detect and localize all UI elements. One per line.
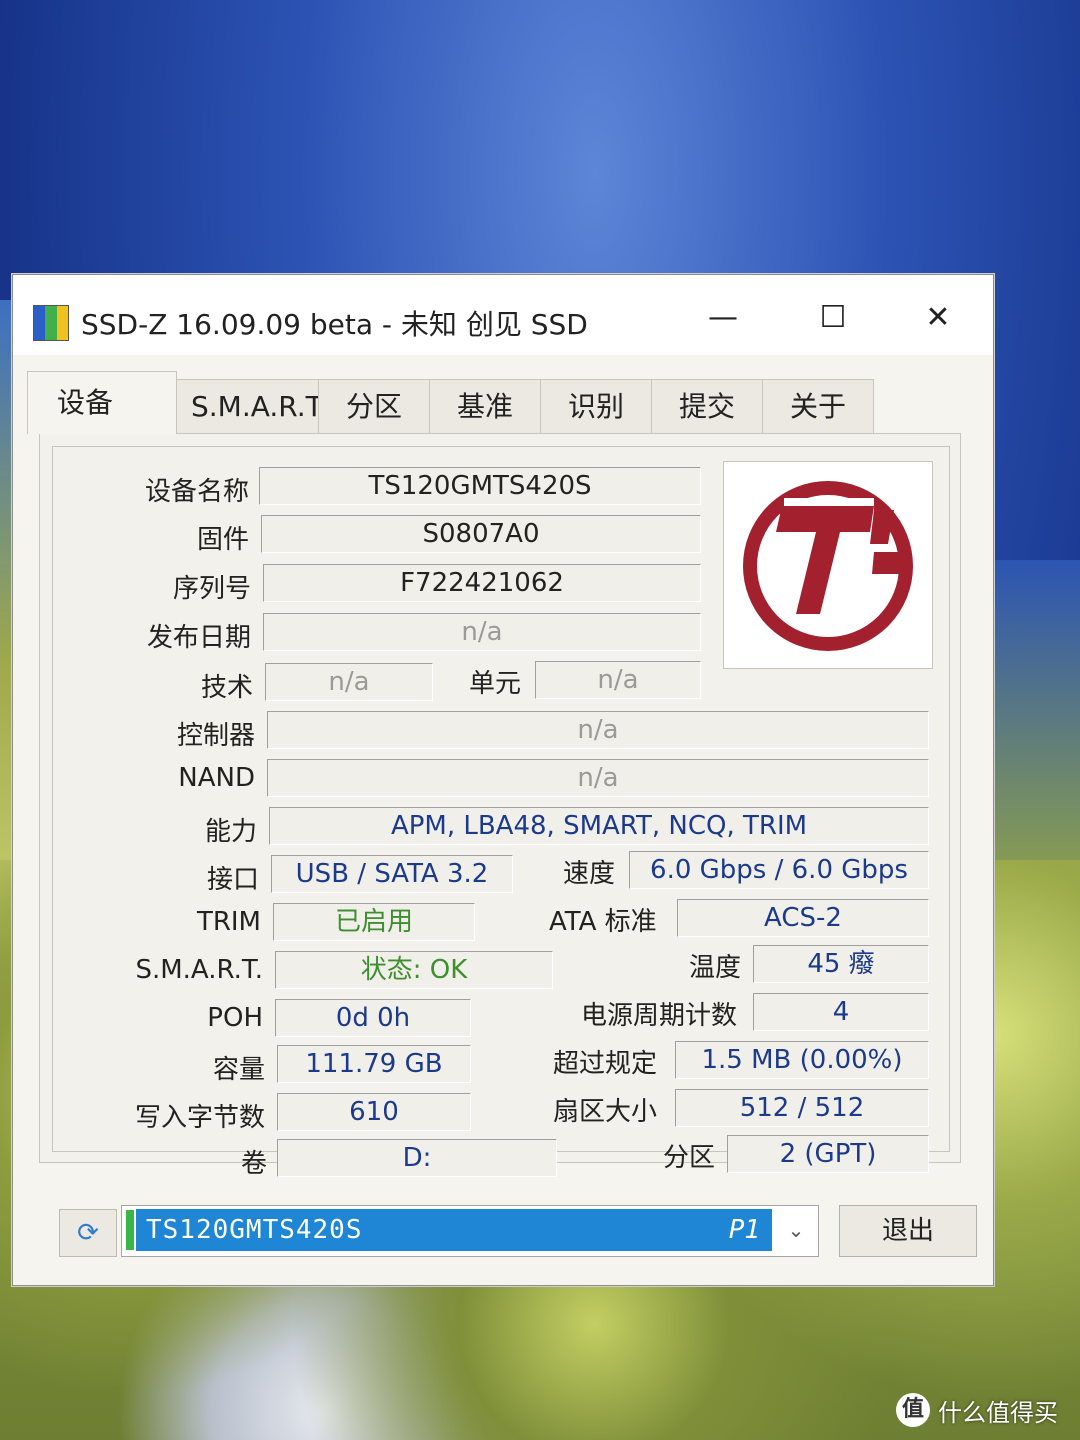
label-sector-size: 扇区大小: [553, 1097, 658, 1127]
label-poh: POH: [207, 1003, 263, 1033]
label-cell: 单元: [469, 669, 522, 699]
tab-device[interactable]: 设备: [27, 371, 177, 434]
tab-smart[interactable]: S.M.A.R.T.: [176, 379, 328, 434]
drive-select-tag: P1: [728, 1215, 760, 1245]
label-trim: TRIM: [196, 907, 261, 937]
value-smart: 状态: OK: [275, 951, 553, 989]
label-capacity: 容量: [212, 1055, 265, 1085]
value-controller: n/a: [267, 711, 929, 749]
label-partition: 分区: [663, 1143, 716, 1173]
label-bytes-written: 写入字节数: [134, 1103, 265, 1133]
watermark-text: 什么值得买: [938, 1398, 1058, 1427]
title-bar: SSD-Z 16.09.09 beta - 未知 创见 SSD — ☐ ✕: [13, 275, 993, 355]
value-serial: F722421062: [263, 564, 701, 602]
value-speed: 6.0 Gbps / 6.0 Gbps: [629, 851, 929, 889]
maximize-button[interactable]: ☐: [803, 293, 863, 343]
label-over-provision: 超过规定: [553, 1049, 658, 1079]
value-interface: USB / SATA 3.2: [271, 855, 513, 893]
label-speed: 速度: [563, 859, 616, 889]
value-bytes-written: 610: [277, 1093, 471, 1131]
label-capabilities: 能力: [204, 817, 257, 847]
label-firmware: 固件: [196, 525, 249, 555]
tab-benchmark[interactable]: 基准: [429, 379, 541, 434]
value-over-provision: 1.5 MB (0.00%): [675, 1041, 929, 1079]
label-release-date: 发布日期: [146, 623, 251, 653]
value-nand: n/a: [267, 759, 929, 797]
value-partition: 2 (GPT): [727, 1135, 929, 1173]
drive-select-name: TS120GMTS420S: [146, 1215, 363, 1245]
exit-button[interactable]: 退出: [839, 1205, 977, 1257]
value-device-name: TS120GMTS420S: [259, 467, 701, 505]
label-volume: 卷: [240, 1149, 267, 1179]
label-technology: 技术: [200, 673, 253, 703]
value-ata-standard: ACS-2: [677, 899, 929, 937]
watermark-logo-icon: 值: [896, 1393, 930, 1427]
watermark: 值 什么值得买: [896, 1390, 1058, 1430]
label-nand: NAND: [178, 763, 255, 793]
label-temperature: 温度: [689, 953, 742, 983]
tab-bar: 设备 S.M.A.R.T. 分区 基准 识别 提交 关于: [27, 371, 874, 434]
value-sector-size: 512 / 512: [675, 1089, 929, 1127]
tab-about[interactable]: 关于: [762, 379, 874, 434]
value-capacity: 111.79 GB: [277, 1045, 471, 1083]
label-interface: 接口: [206, 865, 259, 895]
value-volume: D:: [277, 1139, 557, 1177]
transcend-logo: [723, 461, 933, 669]
ssdz-app-icon: [33, 305, 69, 341]
refresh-icon[interactable]: ⟳: [59, 1209, 117, 1257]
label-power-cycles: 电源周期计数: [581, 1001, 738, 1031]
drive-select[interactable]: TS120GMTS420S P1 ⌄: [121, 1205, 819, 1257]
tab-identify[interactable]: 识别: [540, 379, 652, 434]
value-release-date: n/a: [263, 613, 701, 651]
label-controller: 控制器: [176, 721, 255, 751]
label-device-name: 设备名称: [144, 477, 249, 507]
value-trim: 已启用: [273, 903, 475, 941]
ssdz-window: SSD-Z 16.09.09 beta - 未知 创见 SSD — ☐ ✕ 设备…: [12, 274, 994, 1286]
value-temperature: 45 癈: [753, 945, 929, 983]
value-firmware: S0807A0: [261, 515, 701, 553]
value-cell: n/a: [535, 661, 701, 699]
chevron-down-icon[interactable]: ⌄: [780, 1209, 812, 1251]
value-technology: n/a: [265, 663, 433, 701]
value-poh: 0d 0h: [275, 999, 471, 1037]
close-button[interactable]: ✕: [908, 293, 968, 343]
tab-submit[interactable]: 提交: [651, 379, 763, 434]
bottom-bar: ⟳ TS120GMTS420S P1 ⌄ 退出: [59, 1199, 977, 1257]
label-serial: 序列号: [172, 574, 251, 604]
drive-status-indicator: [126, 1210, 134, 1250]
window-title: SSD-Z 16.09.09 beta - 未知 创见 SSD: [81, 308, 588, 341]
minimize-button[interactable]: —: [693, 293, 753, 343]
value-capabilities: APM, LBA48, SMART, NCQ, TRIM: [269, 807, 929, 845]
drive-select-value: TS120GMTS420S P1: [136, 1209, 772, 1251]
label-ata-standard: ATA 标准: [549, 907, 657, 937]
tab-partition[interactable]: 分区: [318, 379, 430, 434]
value-power-cycles: 4: [753, 993, 929, 1031]
label-smart: S.M.A.R.T.: [135, 955, 263, 985]
